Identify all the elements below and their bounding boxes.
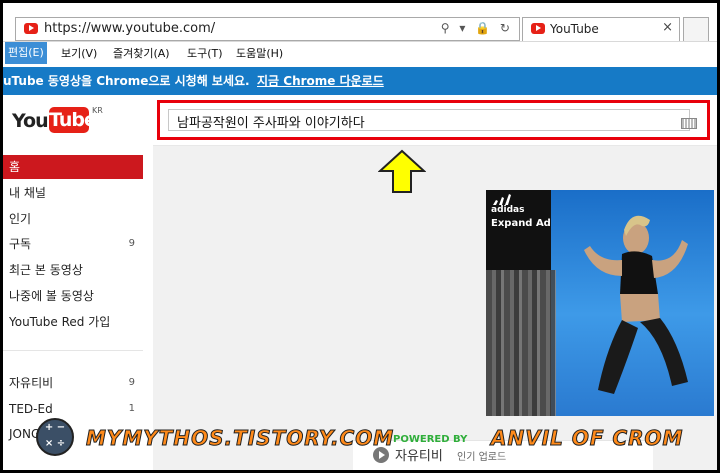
youtube-favicon-icon xyxy=(531,23,545,34)
sidebar-item-my-channel[interactable]: 내 채널 xyxy=(3,181,143,205)
sidebar-item-label: 인기 xyxy=(9,212,32,226)
adidas-logo-icon xyxy=(493,194,511,205)
sidebar-item-subscriptions[interactable]: 구독 9 xyxy=(3,232,143,256)
search-query: 남파공작원이 주사파와 이야기하다 xyxy=(177,116,365,131)
ad-city-silhouette xyxy=(486,270,556,416)
watermark-author: ANVIL OF CROM xyxy=(490,426,684,451)
ad-expand-label[interactable]: Expand Ad xyxy=(491,218,551,229)
chrome-download-link[interactable]: 지금 Chrome 다운로드 xyxy=(257,67,384,95)
logo-you-text: You xyxy=(12,110,49,132)
sidebar-item-label: 홈 xyxy=(9,160,21,174)
keyboard-icon[interactable] xyxy=(681,118,697,129)
search-input[interactable]: 남파공작원이 주사파와 이야기하다 xyxy=(168,109,697,131)
logo-region: KR xyxy=(92,106,103,115)
promo-message: uTube 동영상을 Chrome으로 시청해 보세요. xyxy=(3,74,250,88)
sidebar-item-label: 구독 xyxy=(9,237,32,251)
search-lock-refresh-icons[interactable]: ⚲ ▾ 🔒 ↻ xyxy=(441,21,513,35)
menu-edit[interactable]: 편집(E) xyxy=(5,42,47,64)
watermark-powered: POWERED BY xyxy=(393,434,468,445)
sidebar-item-label: 자유티비 xyxy=(9,376,54,390)
menu-tools[interactable]: 도구(T) xyxy=(187,45,223,61)
search-highlight-box: 남파공작원이 주사파와 이야기하다 xyxy=(157,100,710,140)
masthead: 남파공작원이 주사파와 이야기하다 xyxy=(153,95,717,146)
watermark-site: MYMYTHOS.TISTORY.COM xyxy=(85,426,395,451)
address-bar[interactable]: https://www.youtube.com/ ⚲ ▾ 🔒 ↻ xyxy=(15,17,520,41)
sidebar-divider xyxy=(3,350,143,351)
sidebar-item-youtube-red[interactable]: YouTube Red 가입 xyxy=(3,310,143,334)
guide-sidebar: You Tube KR 홈 내 채널 인기 구독 9 최근 본 동영상 나중에 … xyxy=(3,95,154,470)
sidebar-item-trending[interactable]: 인기 xyxy=(3,207,143,231)
sidebar-item-home[interactable]: 홈 xyxy=(3,155,143,179)
ad-brand: adidas xyxy=(491,205,525,215)
up-arrow-icon xyxy=(378,149,426,193)
sidebar-item-count: 9 xyxy=(128,238,135,249)
tab-title: YouTube xyxy=(550,22,599,36)
browser-window: https://www.youtube.com/ ⚲ ▾ 🔒 ↻ YouTube… xyxy=(3,3,717,470)
close-icon[interactable]: × xyxy=(662,20,673,35)
youtube-favicon-icon xyxy=(24,23,38,34)
sidebar-item-label: 최근 본 동영상 xyxy=(9,263,83,277)
sidebar-item-label: YouTube Red 가입 xyxy=(9,315,111,329)
sidebar-item-label: 나중에 볼 동영상 xyxy=(9,289,94,303)
sidebar-item-subscription[interactable]: 자유티비 9 xyxy=(3,371,143,395)
sidebar-item-watch-later[interactable]: 나중에 볼 동영상 xyxy=(3,284,143,308)
menu-help[interactable]: 도움말(H) xyxy=(236,45,283,61)
menu-bar: 편집(E) 보기(V) 즐겨찾기(A) 도구(T) 도움말(H) xyxy=(3,42,717,64)
url-text[interactable]: https://www.youtube.com/ xyxy=(44,21,215,36)
new-tab-button[interactable] xyxy=(683,17,709,41)
address-row: https://www.youtube.com/ ⚲ ▾ 🔒 ↻ YouTube… xyxy=(3,3,717,42)
menu-favorites[interactable]: 즐겨찾기(A) xyxy=(113,45,170,61)
ad-banner[interactable]: adidas Expand Ad xyxy=(486,190,714,416)
sidebar-item-count: 9 xyxy=(128,377,135,388)
chrome-promo-bar: uTube 동영상을 Chrome으로 시청해 보세요. 지금 Chrome 다… xyxy=(3,67,717,95)
menu-view[interactable]: 보기(V) xyxy=(61,45,97,61)
logo-tube-text: Tube xyxy=(49,107,97,133)
athlete-image xyxy=(584,215,688,394)
sidebar-item-label: 내 채널 xyxy=(9,186,46,200)
tab-youtube[interactable]: YouTube × xyxy=(522,17,680,41)
watermark: + − × ÷ MYMYTHOS.TISTORY.COM POWERED BY A… xyxy=(36,416,696,458)
sidebar-item-history[interactable]: 최근 본 동영상 xyxy=(3,258,143,282)
calculator-icon: + − × ÷ xyxy=(36,418,74,456)
